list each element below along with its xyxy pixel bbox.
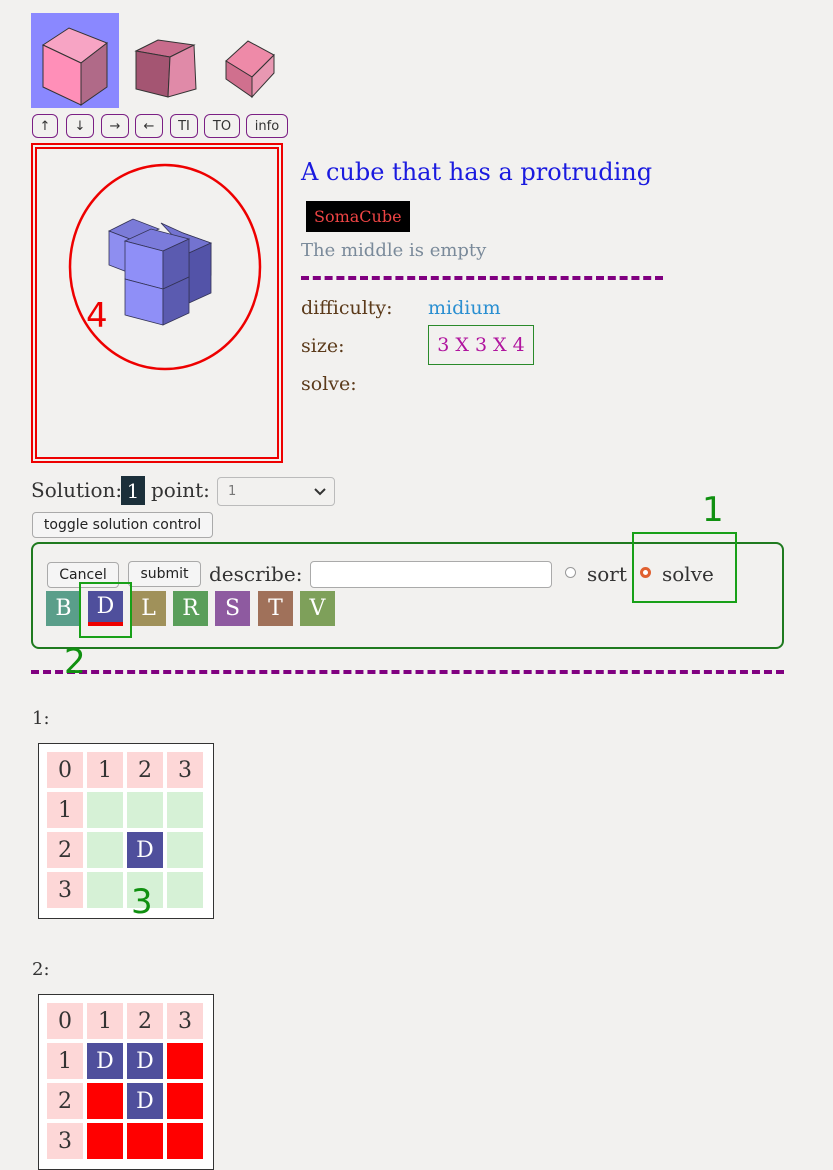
grid-header-cell: 2	[47, 1083, 83, 1119]
sort-label: sort	[587, 562, 627, 586]
grid-header-cell: 1	[87, 752, 123, 788]
grid-header-cell: 0	[47, 752, 83, 788]
grid-cell[interactable]	[87, 872, 123, 908]
grid-cell[interactable]: D	[127, 1043, 163, 1079]
grid-cell[interactable]	[87, 832, 123, 868]
chevron-down-icon	[314, 482, 326, 506]
grid-cell-filled[interactable]	[167, 1123, 203, 1159]
info-button[interactable]: info	[246, 114, 288, 138]
soma-shape-icon	[68, 163, 262, 371]
puzzle-subtitle: The middle is empty	[301, 240, 487, 261]
grid-header-cell: 2	[47, 832, 83, 868]
layer-label: 1:	[32, 708, 50, 729]
down-arrow-button[interactable]: ↓	[66, 114, 94, 138]
down-arrow-icon: ↓	[74, 118, 86, 134]
toggle-solution-control-button[interactable]: toggle solution control	[32, 512, 213, 538]
annotation-label-4: 4	[86, 296, 108, 336]
grid-cell[interactable]: D	[127, 832, 163, 868]
grid-cell-filled[interactable]	[167, 1043, 203, 1079]
annotation-box-2	[79, 582, 132, 638]
grid-cell[interactable]	[167, 872, 203, 908]
solution-number[interactable]: 1	[121, 476, 145, 505]
grid-header-cell: 2	[127, 752, 163, 788]
right-arrow-icon: →	[109, 118, 121, 134]
annotation-label-2: 2	[64, 642, 86, 682]
solution-label: Solution:	[31, 478, 123, 502]
grid-cell-filled[interactable]	[167, 1083, 203, 1119]
layer-grid-2: 0 1 2 3 1 D D 2 D 3	[38, 994, 214, 1170]
grid-cell[interactable]	[167, 832, 203, 868]
grid-header-cell: 0	[47, 1003, 83, 1039]
cube-thumbnail-3[interactable]	[218, 13, 306, 108]
layer-label: 2:	[32, 959, 50, 980]
difficulty-value: midium	[428, 297, 501, 319]
piece-button-b[interactable]: B	[46, 591, 81, 626]
left-arrow-icon: ←	[143, 118, 155, 134]
grid-header-cell: 3	[47, 872, 83, 908]
describe-label: describe:	[209, 562, 303, 586]
grid-header-cell: 3	[167, 752, 203, 788]
grid-header-cell: 1	[87, 1003, 123, 1039]
up-arrow-icon: ↑	[39, 118, 51, 134]
ti-button[interactable]: TI	[170, 114, 198, 138]
grid-cell[interactable]	[87, 792, 123, 828]
up-arrow-button[interactable]: ↑	[32, 114, 58, 138]
submit-button[interactable]: submit	[128, 561, 201, 587]
puzzle-title: A cube that has a protruding	[301, 158, 653, 186]
grid-header-cell: 3	[47, 1123, 83, 1159]
annotation-label-3: 3	[131, 882, 153, 922]
size-label: size:	[301, 335, 345, 357]
category-badge: SomaCube	[306, 201, 410, 232]
solve-label: solve:	[301, 373, 357, 395]
piece-button-t[interactable]: T	[258, 591, 293, 626]
difficulty-label: difficulty:	[301, 297, 393, 319]
size-value: 3 X 3 X 4	[428, 325, 534, 365]
cube-thumbnail-1[interactable]	[31, 13, 119, 108]
divider	[31, 670, 784, 674]
annotation-box-1	[632, 532, 737, 603]
left-arrow-button[interactable]: ←	[135, 114, 163, 138]
right-arrow-button[interactable]: →	[101, 114, 129, 138]
point-select[interactable]: 1	[217, 477, 335, 506]
cube-icon	[225, 40, 275, 99]
grid-cell[interactable]	[127, 792, 163, 828]
grid-cell[interactable]: D	[87, 1043, 123, 1079]
piece-button-s[interactable]: S	[215, 591, 250, 626]
grid-header-cell: 1	[47, 792, 83, 828]
grid-cell-filled[interactable]	[87, 1083, 123, 1119]
describe-input[interactable]	[310, 561, 552, 588]
sort-radio[interactable]	[565, 567, 576, 578]
divider	[301, 276, 663, 280]
grid-cell-filled[interactable]	[127, 1123, 163, 1159]
annotation-label-1: 1	[702, 490, 724, 530]
piece-button-v[interactable]: V	[300, 591, 335, 626]
point-label: point:	[151, 478, 210, 502]
grid-header-cell: 3	[167, 1003, 203, 1039]
shape-preview[interactable]	[31, 143, 283, 463]
cube-icon	[134, 39, 197, 98]
piece-button-r[interactable]: R	[173, 591, 208, 626]
grid-header-cell: 2	[127, 1003, 163, 1039]
grid-cell[interactable]	[167, 792, 203, 828]
grid-cell[interactable]: D	[127, 1083, 163, 1119]
grid-header-cell: 1	[47, 1043, 83, 1079]
cube-icon	[41, 27, 109, 106]
cube-thumbnail-2[interactable]	[128, 13, 216, 108]
grid-cell-filled[interactable]	[87, 1123, 123, 1159]
layer-grid-1: 0 1 2 3 1 2 D 3	[38, 743, 214, 919]
to-button[interactable]: TO	[204, 114, 240, 138]
piece-button-l[interactable]: L	[131, 591, 166, 626]
